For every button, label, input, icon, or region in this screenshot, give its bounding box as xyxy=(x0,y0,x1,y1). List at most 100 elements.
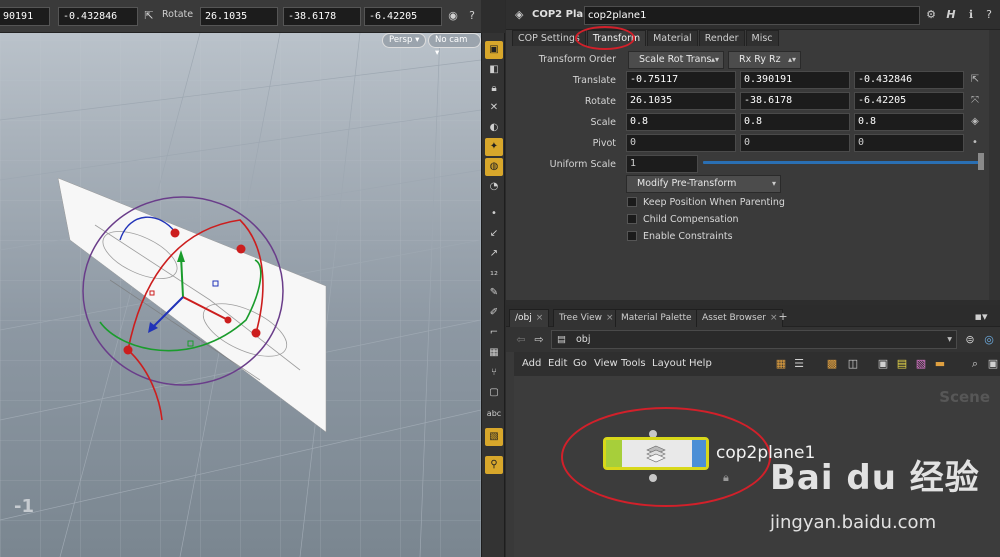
search-icon[interactable]: ⌕ xyxy=(966,355,984,373)
slider-handle[interactable] xyxy=(978,153,984,170)
scale-x-field[interactable]: 0.8 xyxy=(626,113,736,131)
image-icon[interactable]: ▣ xyxy=(874,355,892,373)
persp-dropdown[interactable]: Persp ▾ xyxy=(382,33,427,48)
houdini-help-icon[interactable]: H xyxy=(942,6,960,24)
scale-z-field[interactable]: 0.8 xyxy=(854,113,964,131)
back-arrow-icon[interactable]: ⇦ xyxy=(512,331,530,349)
text-icon[interactable]: abc xyxy=(485,405,503,423)
pin-icon[interactable]: ⊜ xyxy=(961,331,979,349)
eye-icon[interactable]: ◉ xyxy=(444,7,462,25)
uniform-scale-slider[interactable] xyxy=(703,161,983,164)
menu-tools[interactable]: Tools xyxy=(621,358,646,369)
enable-constraints-checkbox[interactable] xyxy=(627,231,637,241)
transform-order-menu[interactable]: Scale Rot Trans ▴▾ xyxy=(628,51,724,69)
enable-constraints-label: Enable Constraints xyxy=(643,231,733,242)
edge-icon[interactable]: ↙ xyxy=(485,225,503,243)
keep-position-checkbox[interactable] xyxy=(627,197,637,207)
select-tool-icon[interactable]: ▣ xyxy=(485,41,503,59)
help-icon[interactable]: ? xyxy=(463,7,481,25)
grid-icon[interactable]: ▦ xyxy=(772,355,790,373)
normal-icon[interactable]: ↗ xyxy=(485,245,503,263)
pivot-z-field[interactable]: 0 xyxy=(854,134,964,152)
brush-icon[interactable]: ✎ xyxy=(485,284,503,302)
add-tab-icon[interactable]: + xyxy=(774,308,792,326)
translate-x-field[interactable]: -0.75117 xyxy=(626,71,736,89)
channel-icon[interactable]: ⇱ xyxy=(140,7,158,25)
scale-y-field[interactable]: 0.8 xyxy=(740,113,850,131)
paint-icon[interactable]: ✐ xyxy=(485,304,503,322)
translate-y-field[interactable]: 90191 xyxy=(0,7,50,26)
number-icon[interactable]: ₁₂ xyxy=(485,264,503,282)
pivot-y-field[interactable]: 0 xyxy=(740,134,850,152)
tab-material[interactable]: Material xyxy=(647,30,698,46)
menu-help[interactable]: Help xyxy=(689,358,712,369)
forward-arrow-icon[interactable]: ⇨ xyxy=(530,331,548,349)
eye-toggle-icon[interactable]: ◔ xyxy=(485,178,503,196)
tab-render[interactable]: Render xyxy=(698,30,745,46)
rotate-x-field[interactable]: 26.1035 xyxy=(200,7,278,26)
link-icon[interactable]: ◎ xyxy=(980,331,998,349)
uniform-scale-field[interactable]: 1 xyxy=(626,155,698,173)
pivot-handle-icon[interactable]: • xyxy=(968,136,982,150)
scene-viewport[interactable]: 90191 -0.432846 ⇱ Rotate 26.1035 -38.617… xyxy=(0,0,481,557)
box-icon[interactable]: ▢ xyxy=(485,384,503,402)
rotate-z-field[interactable]: -6.42205 xyxy=(364,7,442,26)
point-icon[interactable]: • xyxy=(485,205,503,223)
chevron-down-icon: ▾ xyxy=(947,334,952,345)
menu-edit[interactable]: Edit xyxy=(548,358,567,369)
chevron-down-icon: ▾ xyxy=(771,179,776,188)
lock-icon[interactable]: 🔒︎ xyxy=(485,80,503,98)
gear-icon[interactable]: ⚙ xyxy=(922,6,940,24)
grid-icon[interactable]: ▦ xyxy=(485,344,503,362)
translate-z-field[interactable]: -0.432846 xyxy=(58,7,138,26)
cube-icon[interactable]: ◫ xyxy=(844,355,862,373)
rotate-z-field[interactable]: -6.42205 xyxy=(854,92,964,110)
info-icon[interactable]: ℹ xyxy=(962,6,980,24)
close-icon[interactable]: × xyxy=(536,313,544,323)
translate-handle-icon[interactable]: ⇱ xyxy=(968,73,982,87)
modify-pretransform-menu[interactable]: Modify Pre-Transform ▾ xyxy=(626,175,781,193)
rotate-y-field[interactable]: -38.6178 xyxy=(283,7,361,26)
branch-icon[interactable]: ⑂ xyxy=(485,364,503,382)
rotate-x-field[interactable]: 26.1035 xyxy=(626,92,736,110)
rotate-order-menu[interactable]: Rx Ry Rz ▴▾ xyxy=(728,51,801,69)
translate-y-field[interactable]: 0.390191 xyxy=(740,71,850,89)
pivot-x-field[interactable]: 0 xyxy=(626,134,736,152)
network-path-field[interactable]: ▤ obj ▾ xyxy=(551,330,957,349)
menu-go[interactable]: Go xyxy=(573,358,587,369)
node-name-field[interactable]: cop2plane1 xyxy=(584,6,920,25)
parameter-scrollbar[interactable] xyxy=(989,30,1000,305)
display-icon[interactable]: ◐ xyxy=(485,119,503,137)
help-icon[interactable]: ? xyxy=(980,6,998,24)
viewport-scene[interactable] xyxy=(0,0,481,557)
keep-position-label: Keep Position When Parenting xyxy=(643,197,785,208)
menu-layout[interactable]: Layout xyxy=(652,358,686,369)
translate-z-field[interactable]: -0.432846 xyxy=(854,71,964,89)
menu-view[interactable]: View xyxy=(594,358,618,369)
scale-handle-icon[interactable]: ◈ xyxy=(968,115,982,129)
snap-icon[interactable]: ✕ xyxy=(485,99,503,117)
tab-misc[interactable]: Misc xyxy=(745,30,779,46)
quick-mark-icon[interactable]: ▣ xyxy=(984,355,1000,373)
camera-dropdown[interactable]: No cam ▾ xyxy=(428,33,481,58)
tab-obj[interactable]: /obj × xyxy=(509,309,550,327)
close-icon[interactable]: × xyxy=(606,313,614,323)
light-icon[interactable]: ✦ xyxy=(485,138,503,156)
rotate-y-field[interactable]: -38.6178 xyxy=(740,92,850,110)
tile-icon[interactable]: ▩ xyxy=(823,355,841,373)
corner-icon[interactable]: ⌐ xyxy=(485,324,503,342)
tab-tree-view[interactable]: Tree View × xyxy=(553,309,620,327)
rotate-handle-icon[interactable]: ⤧ xyxy=(968,94,982,108)
shading-icon[interactable]: ◍ xyxy=(485,158,503,176)
pane-menu-icon[interactable]: ▪▾ xyxy=(972,308,990,326)
network-box-icon[interactable]: ▧ xyxy=(912,355,930,373)
view-tool-icon[interactable]: ◧ xyxy=(485,61,503,79)
sticky-icon[interactable]: ▬ xyxy=(931,355,949,373)
menu-add[interactable]: Add xyxy=(522,358,541,369)
note-icon[interactable]: ▤ xyxy=(893,355,911,373)
pin-icon[interactable]: ⚲ xyxy=(485,456,503,474)
tab-asset-browser[interactable]: Asset Browser × xyxy=(696,309,784,327)
child-compensation-checkbox[interactable] xyxy=(627,214,637,224)
list-icon[interactable]: ☰ xyxy=(790,355,808,373)
image-icon[interactable]: ▧ xyxy=(485,428,503,446)
